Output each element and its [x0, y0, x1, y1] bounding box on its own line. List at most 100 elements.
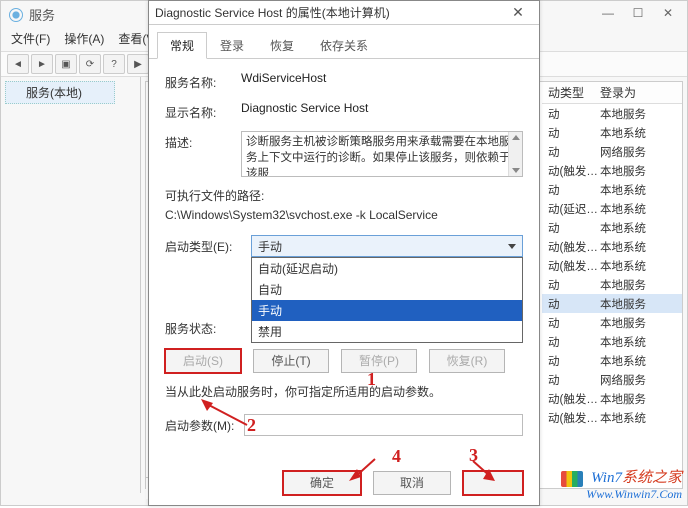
startup-type-value[interactable]: 手动 [251, 235, 523, 257]
table-row[interactable]: 动(延迟…本地系统 [542, 199, 682, 218]
apply-button[interactable] [463, 471, 523, 495]
cell-startup-type: 动(触发… [548, 258, 600, 274]
tb-help-icon[interactable]: ? [103, 54, 125, 74]
cell-logon-as: 本地服务 [600, 391, 670, 407]
cell-logon-as: 本地系统 [600, 201, 670, 217]
startup-type-label: 启动类型(E): [165, 235, 251, 255]
description-text: 诊断服务主机被诊断策略服务用来承载需要在本地服务上下文中运行的诊断。如果停止该服… [246, 136, 511, 177]
cell-startup-type: 动 [548, 372, 600, 388]
table-row[interactable]: 动本地系统 [542, 218, 682, 237]
minimize-button[interactable]: — [593, 3, 623, 23]
table-row[interactable]: 动本地服务 [542, 104, 682, 123]
cell-startup-type: 动 [548, 182, 600, 198]
exe-path-value: C:\Windows\System32\svchost.exe -k Local… [165, 206, 523, 225]
startup-type-dropdown: 自动(延迟启动) 自动 手动 禁用 [251, 257, 523, 343]
services-icon [9, 8, 23, 22]
tb-back-icon[interactable]: ◄ [7, 54, 29, 74]
maximize-button[interactable]: ☐ [623, 3, 653, 23]
table-row[interactable]: 动(触发…本地服务 [542, 389, 682, 408]
option-disabled[interactable]: 禁用 [252, 321, 522, 342]
table-row[interactable]: 动本地服务 [542, 313, 682, 332]
description-label: 描述: [165, 131, 241, 151]
annotation-3: 3 [469, 445, 478, 466]
cell-startup-type: 动 [548, 296, 600, 312]
table-row[interactable]: 动本地系统 [542, 123, 682, 142]
annotation-4: 4 [392, 446, 401, 467]
tb-play-icon[interactable]: ▶ [127, 54, 149, 74]
resume-button[interactable]: 恢复(R) [429, 349, 505, 373]
cell-startup-type: 动 [548, 144, 600, 160]
cell-logon-as: 本地服务 [600, 106, 670, 122]
table-row[interactable]: 动本地系统 [542, 332, 682, 351]
service-state-label: 服务状态: [165, 317, 251, 337]
ok-button[interactable]: 确定 [283, 471, 361, 495]
tb-refresh-icon[interactable]: ⟳ [79, 54, 101, 74]
stop-button[interactable]: 停止(T) [253, 349, 329, 373]
startup-type-combo[interactable]: 手动 自动(延迟启动) 自动 手动 禁用 [251, 235, 523, 257]
cell-logon-as: 本地系统 [600, 220, 670, 236]
tb-up-icon[interactable]: ▣ [55, 54, 77, 74]
mmc-title-text: 服务 [29, 5, 55, 24]
option-manual[interactable]: 手动 [252, 300, 522, 321]
cell-startup-type: 动 [548, 106, 600, 122]
cell-logon-as: 本地系统 [600, 353, 670, 369]
scrollbar[interactable] [508, 132, 522, 176]
startup-params-input[interactable] [244, 414, 523, 436]
cell-logon-as: 本地系统 [600, 258, 670, 274]
tb-fwd-icon[interactable]: ► [31, 54, 53, 74]
cell-logon-as: 网络服务 [600, 372, 670, 388]
cell-logon-as: 本地系统 [600, 410, 670, 426]
tab-recovery[interactable]: 恢复 [257, 32, 307, 59]
cell-startup-type: 动(延迟… [548, 201, 600, 217]
col-logon-as[interactable]: 登录为 [600, 84, 670, 101]
cancel-button[interactable]: 取消 [373, 471, 451, 495]
cell-logon-as: 本地系统 [600, 125, 670, 141]
tree-root-item[interactable]: 服务(本地) [5, 81, 115, 104]
table-row[interactable]: 动本地服务 [542, 294, 682, 313]
wm-win7: Win7 [591, 470, 622, 486]
table-row[interactable]: 动(触发…本地系统 [542, 256, 682, 275]
watermark: Win7系统之家 Www.Winwin7.Com [561, 466, 682, 502]
option-auto[interactable]: 自动 [252, 279, 522, 300]
cell-logon-as: 本地服务 [600, 296, 670, 312]
table-row[interactable]: 动本地系统 [542, 351, 682, 370]
cell-startup-type: 动 [548, 334, 600, 350]
table-row[interactable]: 动网络服务 [542, 142, 682, 161]
exe-path-label: 可执行文件的路径: [165, 187, 523, 206]
service-name-label: 服务名称: [165, 71, 241, 91]
table-header: 动类型 登录为 [542, 82, 682, 104]
menu-action[interactable]: 操作(A) [64, 30, 104, 47]
tab-logon[interactable]: 登录 [207, 32, 257, 59]
table-row[interactable]: 动网络服务 [542, 370, 682, 389]
cell-startup-type: 动 [548, 353, 600, 369]
mmc-window-buttons: — ☐ ✕ [593, 3, 683, 23]
table-rows: 动本地服务动本地系统动网络服务动(触发…本地服务动本地系统动(延迟…本地系统动本… [542, 104, 682, 427]
dialog-close-button[interactable]: ✕ [503, 4, 533, 21]
cell-startup-type: 动(触发… [548, 391, 600, 407]
cell-startup-type: 动(触发… [548, 163, 600, 179]
close-button[interactable]: ✕ [653, 3, 683, 23]
table-row[interactable]: 动(触发…本地系统 [542, 237, 682, 256]
annotation-2: 2 [247, 415, 256, 436]
table-row[interactable]: 动(触发…本地服务 [542, 161, 682, 180]
tab-dependencies[interactable]: 依存关系 [307, 32, 381, 59]
option-auto-delayed[interactable]: 自动(延迟启动) [252, 258, 522, 279]
cell-logon-as: 网络服务 [600, 144, 670, 160]
pause-button[interactable]: 暂停(P) [341, 349, 417, 373]
table-row[interactable]: 动本地服务 [542, 275, 682, 294]
col-startup-type[interactable]: 动类型 [548, 84, 600, 101]
table-row[interactable]: 动(触发…本地系统 [542, 408, 682, 427]
dialog-title: Diagnostic Service Host 的属性(本地计算机) [155, 4, 390, 21]
cell-logon-as: 本地服务 [600, 163, 670, 179]
menu-file[interactable]: 文件(F) [11, 30, 50, 47]
cell-startup-type: 动 [548, 277, 600, 293]
display-name-value: Diagnostic Service Host [241, 101, 523, 115]
annotation-1: 1 [367, 369, 376, 390]
table-row[interactable]: 动本地系统 [542, 180, 682, 199]
description-box[interactable]: 诊断服务主机被诊断策略服务用来承载需要在本地服务上下文中运行的诊断。如果停止该服… [241, 131, 523, 177]
cell-startup-type: 动(触发… [548, 239, 600, 255]
display-name-label: 显示名称: [165, 101, 241, 121]
mmc-tree: 服务(本地) [1, 77, 141, 493]
tab-general[interactable]: 常规 [157, 32, 207, 59]
start-button[interactable]: 启动(S) [165, 349, 241, 373]
